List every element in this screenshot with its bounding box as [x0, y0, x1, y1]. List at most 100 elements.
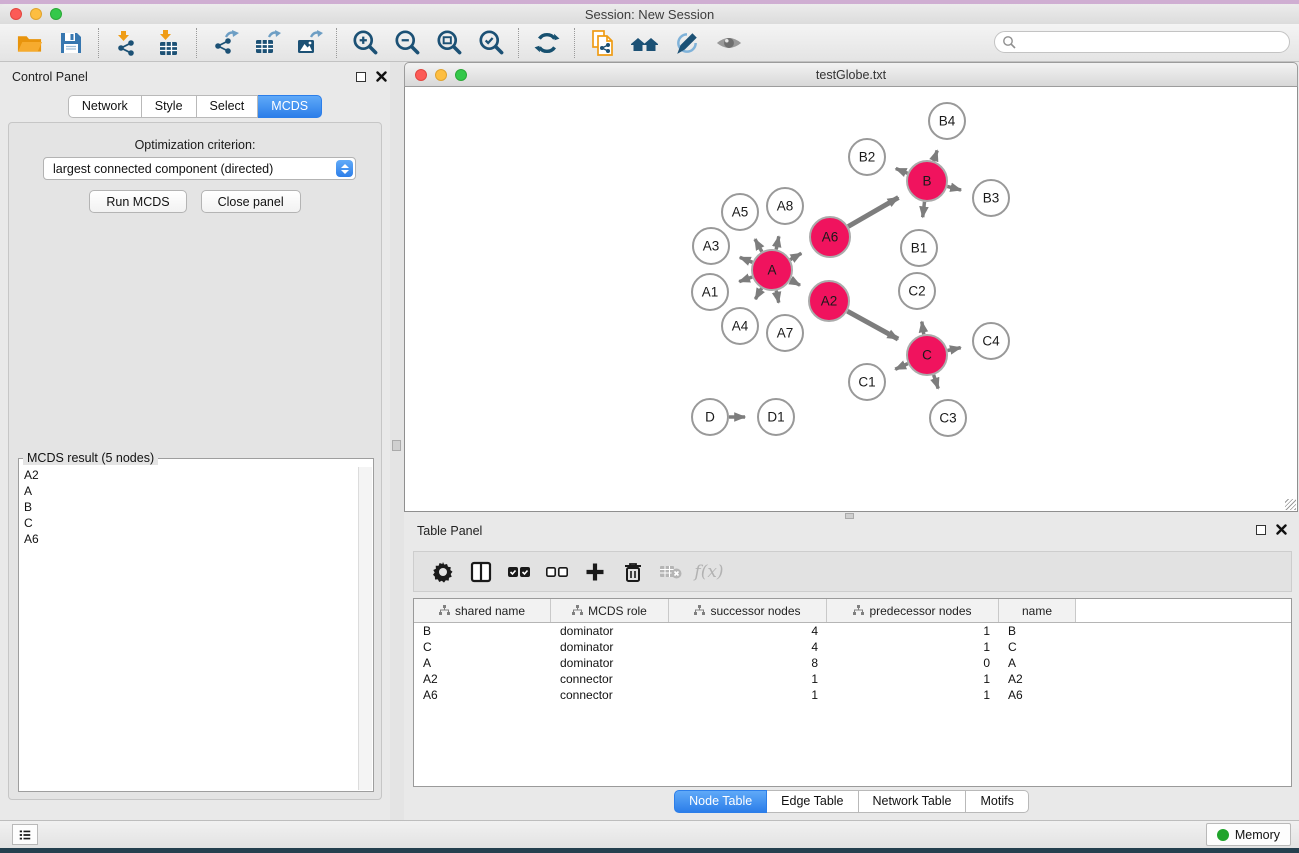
select-all-icon[interactable] [500, 555, 538, 589]
graph-node-C2[interactable]: C2 [899, 273, 935, 309]
tab-network[interactable]: Network [68, 95, 142, 118]
table-row[interactable]: A2connector11A2 [414, 671, 1291, 687]
graph-edge-C-C4[interactable] [948, 348, 961, 351]
table-row[interactable]: A6connector11A6 [414, 687, 1291, 703]
column-header-MCDS-role[interactable]: MCDS role [551, 599, 669, 622]
graph-edge-A6-B[interactable] [848, 197, 898, 226]
export-network-icon[interactable] [204, 27, 246, 59]
graph-edge-A2-C[interactable] [847, 311, 898, 339]
result-item[interactable]: A2 [20, 467, 358, 483]
graph-node-A8[interactable]: A8 [767, 188, 803, 224]
gear-icon[interactable] [424, 555, 462, 589]
deselect-all-icon[interactable] [538, 555, 576, 589]
refresh-layout-icon[interactable] [526, 27, 568, 59]
tab-motifs[interactable]: Motifs [966, 790, 1028, 813]
graph-node-B2[interactable]: B2 [849, 139, 885, 175]
graph-edge-B-B4[interactable] [934, 150, 938, 161]
zoom-out-icon[interactable] [386, 27, 428, 59]
column-header-shared-name[interactable]: shared name [414, 599, 551, 622]
network-canvas[interactable]: B4B2BB3A5A8A6A3AB1A1A2C2A4A7C4CC1C3DD1 [404, 87, 1298, 512]
optimization-dropdown[interactable]: largest connected component (directed) [43, 157, 356, 180]
graph-edge-A-A5[interactable] [755, 239, 762, 251]
export-table-icon[interactable] [246, 27, 288, 59]
zoom-selected-icon[interactable] [470, 27, 512, 59]
window-resize-grip[interactable] [1285, 499, 1296, 510]
close-panel-icon[interactable] [376, 71, 387, 82]
minimize-window-button[interactable] [30, 8, 42, 20]
graph-node-C[interactable]: C [907, 335, 947, 375]
network-minimize-button[interactable] [435, 69, 447, 81]
tab-network-table[interactable]: Network Table [859, 790, 967, 813]
result-item[interactable]: A [20, 483, 358, 499]
graph-node-A3[interactable]: A3 [693, 228, 729, 264]
graph-node-A5[interactable]: A5 [722, 194, 758, 230]
table-row[interactable]: Cdominator41C [414, 639, 1291, 655]
column-header-name[interactable]: name [999, 599, 1076, 622]
graph-edge-B-B2[interactable] [896, 169, 908, 174]
graph-node-C4[interactable]: C4 [973, 323, 1009, 359]
result-item[interactable]: A6 [20, 531, 358, 547]
graph-node-A1[interactable]: A1 [692, 274, 728, 310]
open-file-icon[interactable] [8, 27, 50, 59]
maximize-window-button[interactable] [50, 8, 62, 20]
graph-edge-A-A2[interactable] [790, 280, 800, 285]
close-table-panel-icon[interactable] [1276, 524, 1287, 535]
graph-edge-A-A7[interactable] [776, 291, 778, 303]
graph-node-B3[interactable]: B3 [973, 180, 1009, 216]
table-row[interactable]: Adominator80A [414, 655, 1291, 671]
hide-graphics-details-icon[interactable] [666, 27, 708, 59]
graph-node-D[interactable]: D [692, 399, 728, 435]
columns-icon[interactable] [462, 555, 500, 589]
graph-node-A7[interactable]: A7 [767, 315, 803, 351]
graph-edge-A-A4[interactable] [755, 288, 761, 299]
graph-node-C3[interactable]: C3 [930, 400, 966, 436]
graph-edge-A-A1[interactable] [739, 277, 752, 282]
table-row[interactable]: Bdominator41B [414, 623, 1291, 639]
graph-edge-A-A8[interactable] [776, 236, 779, 249]
divider-grip[interactable] [392, 440, 401, 451]
show-all-views-icon[interactable] [624, 27, 666, 59]
result-scrollbar[interactable] [358, 467, 372, 790]
result-item[interactable]: B [20, 499, 358, 515]
delete-row-icon[interactable] [614, 555, 652, 589]
graph-edge-C-C3[interactable] [934, 375, 939, 389]
close-panel-button[interactable]: Close panel [201, 190, 301, 213]
graph-node-A2[interactable]: A2 [809, 281, 849, 321]
clone-network-icon[interactable] [582, 27, 624, 59]
tab-edge-table[interactable]: Edge Table [767, 790, 858, 813]
network-close-button[interactable] [415, 69, 427, 81]
graph-node-B1[interactable]: B1 [901, 230, 937, 266]
graph-node-B4[interactable]: B4 [929, 103, 965, 139]
tab-select[interactable]: Select [197, 95, 259, 118]
tab-node-table[interactable]: Node Table [674, 790, 767, 813]
float-panel-icon[interactable] [356, 72, 366, 82]
graph-node-A6[interactable]: A6 [810, 217, 850, 257]
export-image-icon[interactable] [288, 27, 330, 59]
add-row-icon[interactable] [576, 555, 614, 589]
panel-divider[interactable] [390, 62, 404, 820]
close-window-button[interactable] [10, 8, 22, 20]
import-network-icon[interactable] [106, 27, 148, 59]
graph-node-A[interactable]: A [752, 250, 792, 290]
graph-edge-C-C2[interactable] [922, 322, 924, 335]
run-mcds-button[interactable]: Run MCDS [89, 190, 186, 213]
show-eye-icon[interactable] [708, 27, 750, 59]
network-window-titlebar[interactable]: testGlobe.txt [404, 62, 1298, 87]
graph-edge-A-A6[interactable] [790, 253, 801, 259]
search-input[interactable] [994, 31, 1290, 53]
memory-button[interactable]: Memory [1206, 823, 1291, 846]
zoom-fit-icon[interactable] [428, 27, 470, 59]
delete-table-icon[interactable] [652, 555, 690, 589]
zoom-in-icon[interactable] [344, 27, 386, 59]
tab-mcds[interactable]: MCDS [258, 95, 322, 118]
network-maximize-button[interactable] [455, 69, 467, 81]
tab-style[interactable]: Style [142, 95, 197, 118]
graph-edge-C-C1[interactable] [895, 364, 908, 370]
graph-edge-A-A3[interactable] [740, 257, 753, 262]
graph-edge-B-B3[interactable] [947, 186, 961, 190]
graph-node-A4[interactable]: A4 [722, 308, 758, 344]
import-table-icon[interactable] [148, 27, 190, 59]
function-builder-icon[interactable]: f(x) [690, 555, 728, 589]
graph-edge-B-B1[interactable] [923, 202, 925, 217]
column-header-predecessor-nodes[interactable]: predecessor nodes [827, 599, 999, 622]
